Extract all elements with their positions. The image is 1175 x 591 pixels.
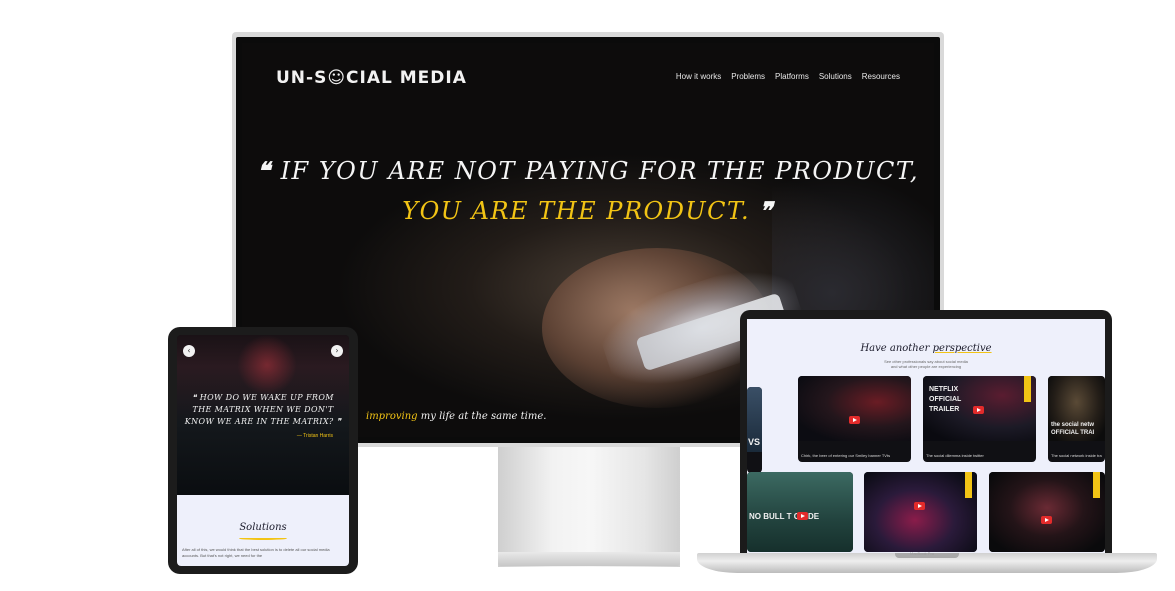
video-thumb-text: the social netw OFFICIAL TRAI bbox=[1051, 422, 1095, 436]
perspective-subtitle: See other professionals say about social… bbox=[747, 359, 1105, 369]
nav-platforms[interactable]: Platforms bbox=[775, 72, 809, 81]
solutions-underline bbox=[239, 537, 287, 540]
perspective-heading-text: Have another bbox=[860, 343, 933, 354]
carousel-prev-icon[interactable]: ‹ bbox=[183, 345, 195, 357]
perspective-subtitle-line-2: and what other people are experiencing bbox=[890, 364, 962, 369]
site-logo[interactable]: UN-S☺CIAL MEDIA bbox=[276, 68, 467, 88]
nav-solutions[interactable]: Solutions bbox=[819, 72, 852, 81]
video-thumbnail bbox=[989, 472, 1105, 552]
nav-problems[interactable]: Problems bbox=[731, 72, 765, 81]
video-card[interactable]: Chirk, the beer of entering our Smiley b… bbox=[798, 376, 911, 462]
monitor-stand bbox=[498, 447, 680, 567]
hero-caption-highlight: improving bbox=[366, 411, 418, 422]
site-navbar: UN-S☺CIAL MEDIA How it works Problems Pl… bbox=[242, 43, 934, 103]
open-quote-icon: ❝ bbox=[257, 156, 272, 185]
tablet-screen: ‹ › ❝ HOW DO WE WAKE UP FROM THE MATRIX … bbox=[177, 335, 349, 566]
nav-how-it-works[interactable]: How it works bbox=[676, 72, 721, 81]
video-caption: Chirk, the beer of entering our Smiley b… bbox=[801, 453, 891, 458]
hero-caption-text: my life at the same time. bbox=[417, 411, 547, 422]
bookmark-ribbon-icon bbox=[1093, 472, 1100, 498]
play-icon[interactable] bbox=[973, 406, 984, 414]
laptop-screen: Have another perspective See other profe… bbox=[747, 319, 1105, 557]
play-icon[interactable] bbox=[914, 502, 925, 510]
video-card[interactable] bbox=[864, 472, 977, 552]
video-thumb-text: NO BULL T GUIDE bbox=[749, 512, 820, 521]
video-card[interactable]: NO BULL T GUIDE bbox=[747, 472, 853, 552]
quote-line-1-text: IF YOU ARE NOT PAYING FOR THE PRODUCT, bbox=[280, 157, 919, 185]
solutions-text: After all of this, we would think that t… bbox=[182, 547, 330, 558]
video-card[interactable]: NETFLIX OFFICIAL TRAILER The social dile… bbox=[923, 376, 1036, 462]
tablet-hero-image bbox=[237, 335, 297, 395]
monitor-foot bbox=[498, 552, 680, 566]
tablet-quote-author: — Tristan Harris bbox=[296, 433, 333, 439]
video-thumbnail bbox=[864, 472, 977, 552]
play-icon[interactable] bbox=[797, 512, 808, 520]
video-thumbnail bbox=[798, 376, 911, 442]
hero-caption: improving my life at the same time. bbox=[366, 411, 546, 422]
tablet-hero: ‹ › ❝ HOW DO WE WAKE UP FROM THE MATRIX … bbox=[177, 335, 349, 495]
quote-line-1: ❝ IF YOU ARE NOT PAYING FOR THE PRODUCT, bbox=[242, 151, 934, 191]
video-card[interactable]: the social netw OFFICIAL TRAI The social… bbox=[1048, 376, 1105, 462]
perspective-heading: Have another perspective bbox=[747, 343, 1105, 354]
tablet-solutions-section: Solutions After all of this, we would th… bbox=[177, 495, 349, 566]
video-thumb-text: NETFLIX OFFICIAL TRAILER bbox=[929, 386, 962, 413]
bookmark-ribbon-icon bbox=[1024, 376, 1031, 402]
nav-links: How it works Problems Platforms Solution… bbox=[676, 72, 900, 81]
nav-resources[interactable]: Resources bbox=[862, 72, 900, 81]
close-quote-icon: ❞ bbox=[759, 196, 774, 225]
laptop-device: Have another perspective See other profe… bbox=[740, 310, 1112, 563]
video-card[interactable]: VS bbox=[747, 387, 762, 473]
carousel-next-icon[interactable]: › bbox=[331, 345, 343, 357]
video-caption: The social network inside trailer bbox=[1051, 453, 1102, 458]
laptop-model-label: MacBook Pro bbox=[910, 551, 935, 556]
play-icon[interactable] bbox=[1041, 516, 1052, 524]
video-card[interactable] bbox=[989, 472, 1105, 552]
video-caption: The social dilemma inside twitter bbox=[926, 453, 984, 458]
quote-line-2: YOU ARE THE PRODUCT. ❞ bbox=[242, 191, 934, 231]
tablet-device: ‹ › ❝ HOW DO WE WAKE UP FROM THE MATRIX … bbox=[168, 327, 358, 574]
video-thumb-text: VS bbox=[748, 437, 761, 447]
tablet-quote: ❝ HOW DO WE WAKE UP FROM THE MATRIX WHEN… bbox=[184, 393, 342, 426]
solutions-heading: Solutions bbox=[239, 522, 287, 533]
perspective-heading-emphasis: perspective bbox=[932, 343, 992, 354]
bookmark-ribbon-icon bbox=[965, 472, 972, 498]
quote-line-2-text: YOU ARE THE PRODUCT. bbox=[402, 197, 751, 225]
hero-quote: ❝ IF YOU ARE NOT PAYING FOR THE PRODUCT,… bbox=[242, 151, 934, 231]
play-icon[interactable] bbox=[849, 416, 860, 424]
